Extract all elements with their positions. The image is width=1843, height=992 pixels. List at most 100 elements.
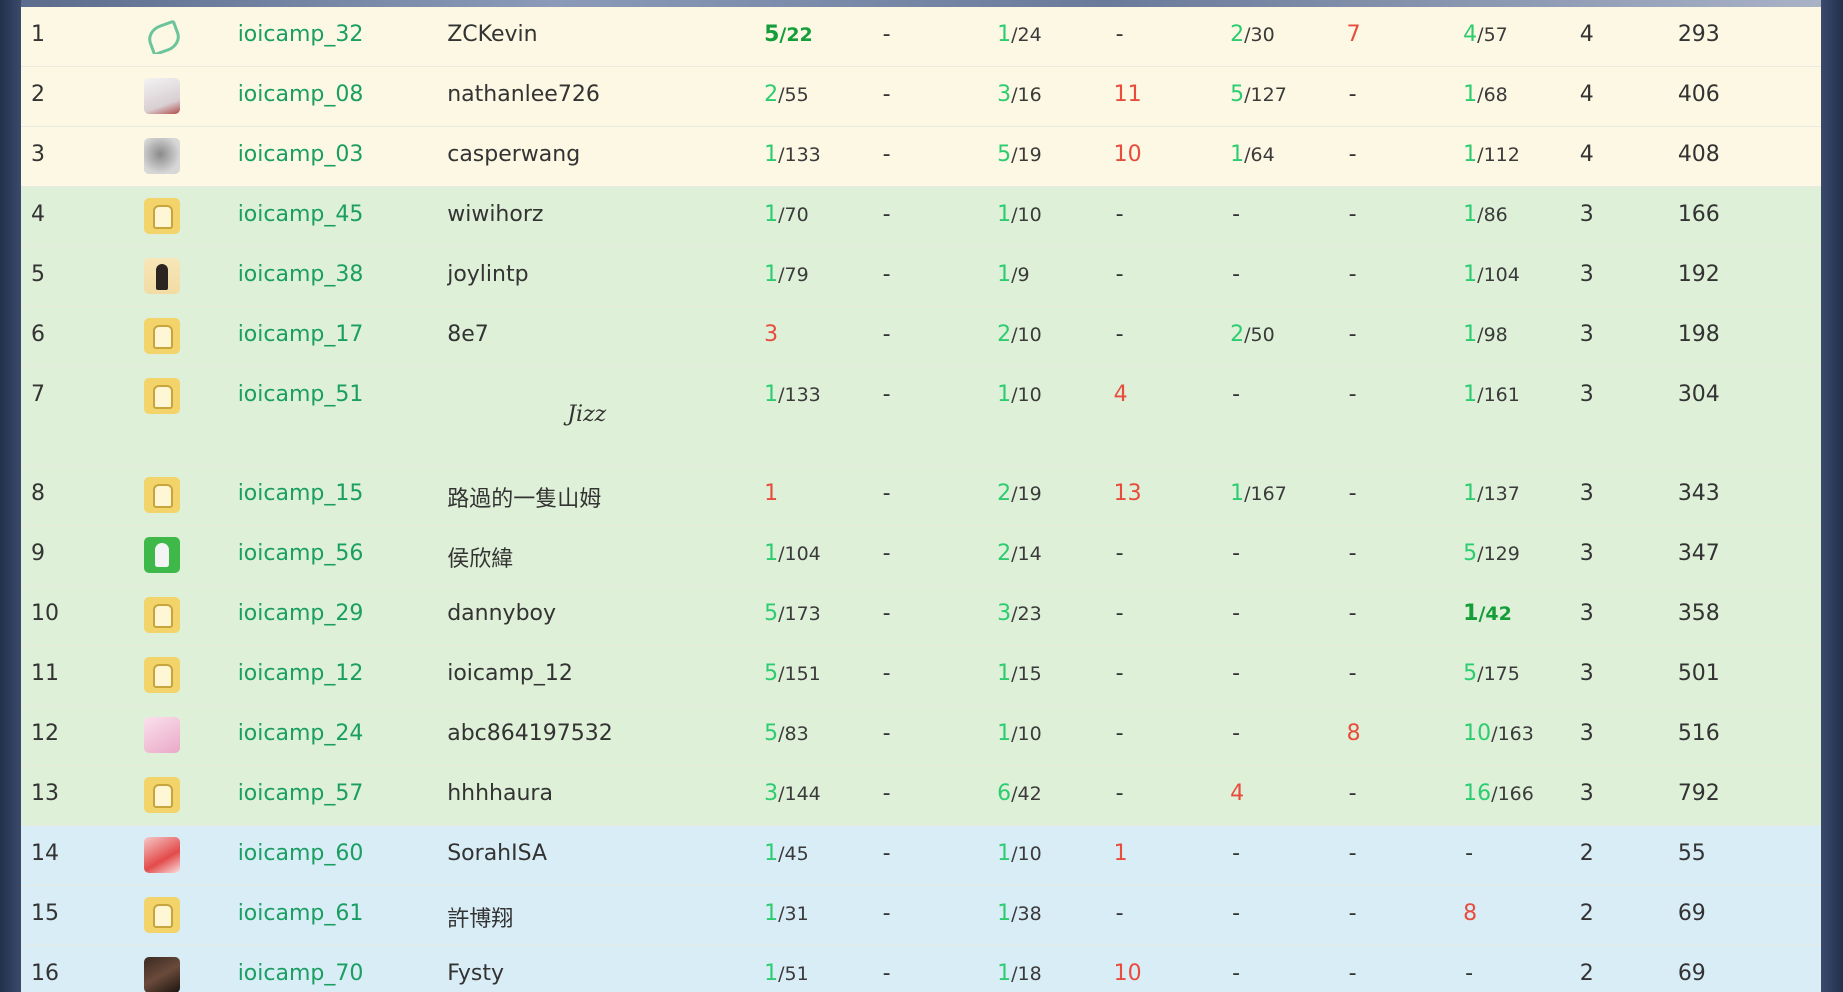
solve-time: /9 xyxy=(1011,264,1030,286)
problem-cell-g: 1/104 xyxy=(1463,246,1580,307)
account-link[interactable]: ioicamp_08 xyxy=(237,66,448,127)
attempt-count: 5 xyxy=(764,601,779,626)
not-attempted: - xyxy=(1115,781,1124,806)
problem-cell-g: 5/129 xyxy=(1463,525,1580,586)
solve-time: /10 xyxy=(1011,384,1042,406)
problem-cell-b: - xyxy=(880,705,998,766)
not-attempted: - xyxy=(1232,661,1241,686)
problem-cell-a: 1/104 xyxy=(764,525,881,586)
solved-score: 1/10 xyxy=(997,382,1042,407)
account-link[interactable]: ioicamp_03 xyxy=(237,126,448,187)
problem-cell-a: 5/83 xyxy=(764,705,881,766)
user-name: ZCKevin xyxy=(447,7,765,67)
solved-score: 3/144 xyxy=(764,781,821,806)
problem-cell-a: 1/133 xyxy=(764,126,881,187)
solve-time: /64 xyxy=(1244,144,1275,166)
table-row: 8 ioicamp_15 路過的一隻山姆 1-2/19 13 1/167-1/137 3 34… xyxy=(21,465,1821,526)
account-link[interactable]: ioicamp_61 xyxy=(237,885,448,946)
account-link[interactable]: ioicamp_60 xyxy=(237,825,448,886)
account-link[interactable]: ioicamp_12 xyxy=(237,645,448,706)
attempt-count: 1 xyxy=(1463,82,1478,107)
problem-cell-a: 5/151 xyxy=(764,645,881,706)
problem-cell-e: 5/127 xyxy=(1230,66,1347,127)
problem-cell-e: - xyxy=(1230,705,1347,766)
user-name: hhhhaura xyxy=(447,765,765,826)
account-link[interactable]: ioicamp_56 xyxy=(237,525,448,586)
solve-time: /18 xyxy=(1011,963,1042,985)
not-attempted: - xyxy=(1348,322,1357,347)
problem-cell-e: 1/64 xyxy=(1230,126,1347,187)
failed-attempts: 3 xyxy=(764,322,779,347)
attempt-count: 1 xyxy=(1463,382,1478,407)
solve-time: /30 xyxy=(1244,24,1275,46)
account-link[interactable]: ioicamp_70 xyxy=(237,945,448,992)
attempt-count: 3 xyxy=(764,781,779,806)
account-link[interactable]: ioicamp_57 xyxy=(237,765,448,826)
solved-score: 5/175 xyxy=(1463,661,1520,686)
problem-cell-f: - xyxy=(1346,246,1464,307)
penalty-total: 792 xyxy=(1677,765,1821,826)
solved-score: 1/45 xyxy=(764,841,809,866)
solve-time: /161 xyxy=(1477,384,1520,406)
not-attempted: - xyxy=(1232,721,1241,746)
account-link[interactable]: ioicamp_17 xyxy=(237,306,448,367)
problem-cell-g: 1/42 xyxy=(1463,585,1580,646)
user-name: 許博翔 xyxy=(447,885,765,946)
problem-cell-a: 3 xyxy=(764,306,881,367)
problem-cell-c: 1/18 xyxy=(997,945,1114,992)
problem-cell-d: - xyxy=(1113,645,1231,706)
problem-cell-b: - xyxy=(880,126,998,187)
solved-count: 3 xyxy=(1579,306,1678,367)
problem-cell-g: - xyxy=(1463,825,1580,886)
not-attempted: - xyxy=(1232,541,1241,566)
problem-cell-d: 1 xyxy=(1113,825,1231,886)
account-link[interactable]: ioicamp_45 xyxy=(237,186,448,247)
problem-cell-b: - xyxy=(880,825,998,886)
problem-cell-g: 1/137 xyxy=(1463,465,1580,526)
account-link[interactable]: ioicamp_29 xyxy=(237,585,448,646)
problem-cell-g: 10/163 xyxy=(1463,705,1580,766)
solve-time: /133 xyxy=(778,144,821,166)
solve-time: /104 xyxy=(778,543,821,565)
problem-cell-e: - xyxy=(1230,945,1347,992)
problem-cell-b: - xyxy=(880,945,998,992)
penalty-total: 69 xyxy=(1677,885,1821,946)
user-name: 侯欣緯 xyxy=(447,525,765,586)
avatar-cell xyxy=(143,366,238,466)
rank-cell: 11 xyxy=(21,645,144,706)
solved-score: 1/18 xyxy=(997,961,1042,986)
solve-time: /129 xyxy=(1477,543,1520,565)
avatar xyxy=(144,18,180,54)
problem-cell-e: - xyxy=(1230,366,1347,466)
account-link[interactable]: ioicamp_15 xyxy=(237,465,448,526)
solve-time: /19 xyxy=(1011,483,1042,505)
not-attempted: - xyxy=(1115,661,1124,686)
failed-attempts: 4 xyxy=(1230,781,1245,806)
solve-time: /83 xyxy=(778,723,809,745)
rank-cell: 3 xyxy=(21,126,144,187)
attempt-count: 1 xyxy=(764,961,779,986)
solved-score: 1/167 xyxy=(1230,481,1287,506)
solved-score: 1/38 xyxy=(997,901,1042,926)
avatar xyxy=(143,957,180,992)
problem-cell-a: 1/51 xyxy=(764,945,881,992)
table-row: 4 ioicamp_45 wiwihorz 1/70-1/10- - -1/86 3 166 xyxy=(21,186,1821,247)
avatar xyxy=(143,777,180,813)
user-name: Jizz xyxy=(447,366,765,466)
solved-score: 5/129 xyxy=(1463,541,1520,566)
account-link[interactable]: ioicamp_38 xyxy=(237,246,448,307)
failed-attempts: 13 xyxy=(1113,481,1142,506)
not-attempted: - xyxy=(882,781,891,806)
solved-score: 2/55 xyxy=(764,82,809,107)
not-attempted: - xyxy=(882,22,891,47)
penalty-total: 198 xyxy=(1677,306,1821,367)
problem-cell-c: 1/10 xyxy=(997,366,1114,466)
not-attempted: - xyxy=(1232,382,1241,407)
solved-score: 2/10 xyxy=(997,322,1042,347)
solved-score: 1/133 xyxy=(764,382,821,407)
account-link[interactable]: ioicamp_32 xyxy=(237,7,448,67)
account-link[interactable]: ioicamp_24 xyxy=(237,705,448,766)
account-link[interactable]: ioicamp_51 xyxy=(237,366,448,466)
solve-time: /10 xyxy=(1011,723,1042,745)
not-attempted: - xyxy=(1348,961,1357,986)
